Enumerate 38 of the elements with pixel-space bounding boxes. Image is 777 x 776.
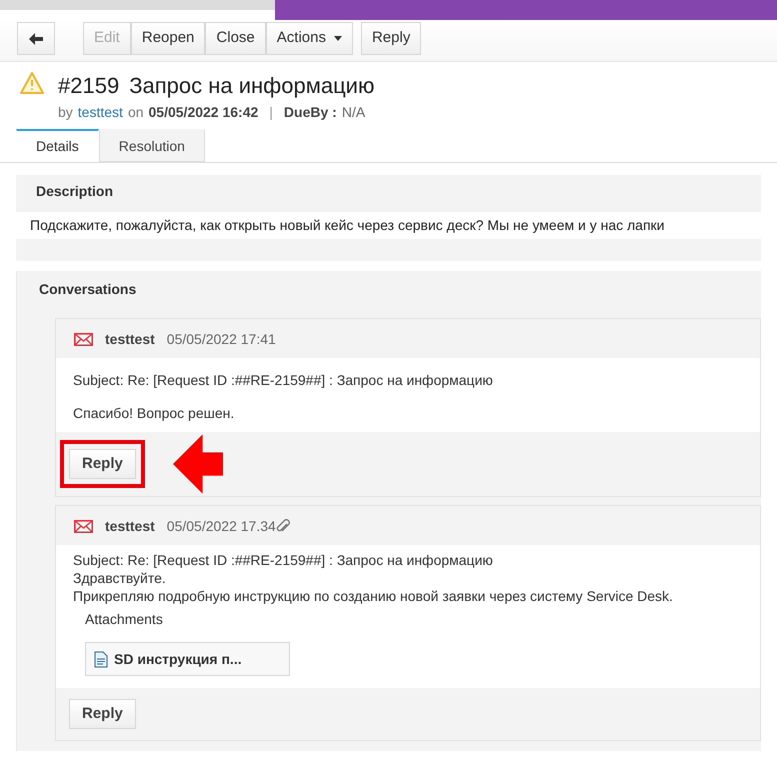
back-button[interactable] bbox=[17, 22, 55, 55]
message-text: Прикрепляю подробную инструкцию по созданию новой заявки через систему Service Desk. bbox=[73, 587, 674, 605]
message-time: 05/05/2022 17:41 bbox=[166, 330, 276, 349]
envelope-icon bbox=[74, 333, 93, 346]
attachments-heading: Attachments bbox=[85, 610, 164, 629]
reply-button[interactable]: Reply bbox=[69, 699, 136, 729]
actions-menu-button[interactable]: Actions bbox=[266, 22, 353, 55]
panel-heading: Description bbox=[35, 182, 114, 201]
pointer-arrow-icon bbox=[172, 434, 223, 494]
toolbar-button[interactable]: Reopen bbox=[130, 22, 206, 55]
created-date: 05/05/2022 16:42 bbox=[148, 103, 258, 122]
message-subject: Subject: Re: [Request ID :##RE-2159##] : Запрос на информацию bbox=[73, 371, 494, 390]
reply-button[interactable]: Reply bbox=[69, 449, 136, 479]
back-arrow-icon bbox=[29, 32, 43, 44]
toolbar-button[interactable]: Reply bbox=[360, 22, 422, 55]
due-value: N/A bbox=[342, 103, 366, 122]
description-text: Подскажите, пожалуйста, как открыть новый кейс через сервис деск? Мы не умеем и у нас лапки bbox=[16, 212, 761, 239]
request-number: #2159 bbox=[58, 72, 120, 100]
byline-label: on bbox=[128, 103, 144, 122]
message-subject: Subject: Re: [Request ID :##RE-2159##] : Запрос на информацию bbox=[73, 551, 494, 569]
request-title: Запрос на информацию bbox=[129, 72, 374, 100]
byline-label: by bbox=[58, 103, 73, 122]
tab[interactable]: Resolution bbox=[98, 129, 205, 162]
message-text: Здравствуйте. bbox=[73, 569, 167, 587]
panel-heading: Conversations bbox=[38, 280, 138, 299]
message-text: Спасибо! Вопрос решен. bbox=[73, 404, 236, 423]
warning-icon bbox=[20, 72, 44, 94]
toolbar-button[interactable]: Close bbox=[205, 22, 266, 55]
separator: | bbox=[269, 103, 273, 122]
envelope-icon bbox=[74, 520, 93, 533]
sender-name: testtest bbox=[105, 517, 155, 536]
author-link[interactable]: testtest bbox=[78, 102, 123, 123]
due-label: DueBy : bbox=[284, 103, 337, 122]
sender-name: testtest bbox=[105, 330, 155, 349]
attachment-button[interactable]: SD инструкция п... bbox=[85, 642, 290, 676]
document-icon bbox=[94, 650, 108, 668]
caret-icon bbox=[334, 36, 342, 41]
message-time: 05/05/2022 17.34 bbox=[166, 517, 276, 536]
